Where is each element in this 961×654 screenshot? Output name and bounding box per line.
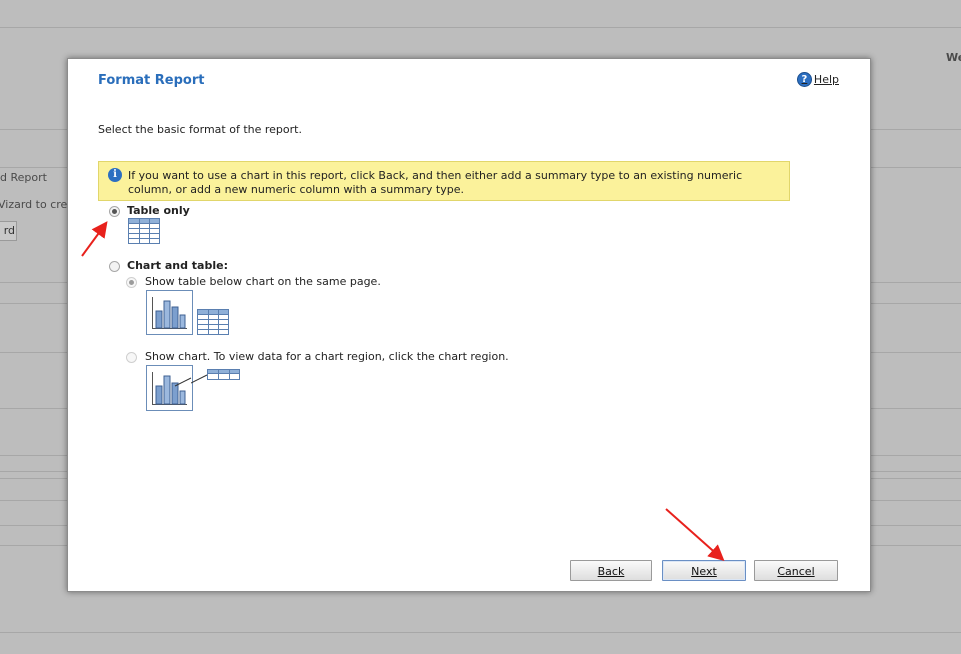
bg-report-label: d Report xyxy=(0,171,47,184)
next-button[interactable]: Next xyxy=(662,560,746,581)
table-only-radio[interactable] xyxy=(109,206,120,217)
show-chart-label[interactable]: Show chart. To view data for a chart reg… xyxy=(145,350,509,363)
bg-wizard-button: rd xyxy=(0,221,17,241)
table-below-chart-radio[interactable] xyxy=(126,277,137,288)
help-label: Help xyxy=(813,73,839,86)
bar-chart-icon xyxy=(152,297,187,329)
help-icon: ? xyxy=(796,72,812,87)
bg-user-name: We xyxy=(946,51,961,64)
dialog-subtitle: Select the basic format of the report. xyxy=(98,123,302,136)
dialog-title: Format Report xyxy=(98,73,205,88)
table-below-chart-thumbnail xyxy=(146,290,193,335)
info-icon: i xyxy=(108,168,122,182)
table-thumbnail-icon xyxy=(197,309,229,335)
info-banner: i If you want to use a chart in this rep… xyxy=(98,161,790,201)
show-chart-radio[interactable] xyxy=(126,352,137,363)
table-below-chart-label[interactable]: Show table below chart on the same page. xyxy=(145,275,381,288)
chart-and-table-label[interactable]: Chart and table: xyxy=(127,259,228,272)
info-text: If you want to use a chart in this repor… xyxy=(128,169,743,196)
bg-divider xyxy=(0,632,961,633)
chart-region-table-icon xyxy=(191,369,240,384)
bg-divider xyxy=(0,27,961,28)
show-chart-thumbnail xyxy=(146,365,193,411)
table-only-label[interactable]: Table only xyxy=(127,204,190,217)
table-only-thumbnail-icon xyxy=(128,218,160,244)
bar-chart-icon xyxy=(152,372,192,405)
format-report-dialog: Format Report ? Help Select the basic fo… xyxy=(67,58,871,592)
back-button[interactable]: Back xyxy=(570,560,652,581)
chart-and-table-radio[interactable] xyxy=(109,261,120,272)
help-link[interactable]: ? Help xyxy=(796,72,839,87)
cancel-button[interactable]: Cancel xyxy=(754,560,838,581)
